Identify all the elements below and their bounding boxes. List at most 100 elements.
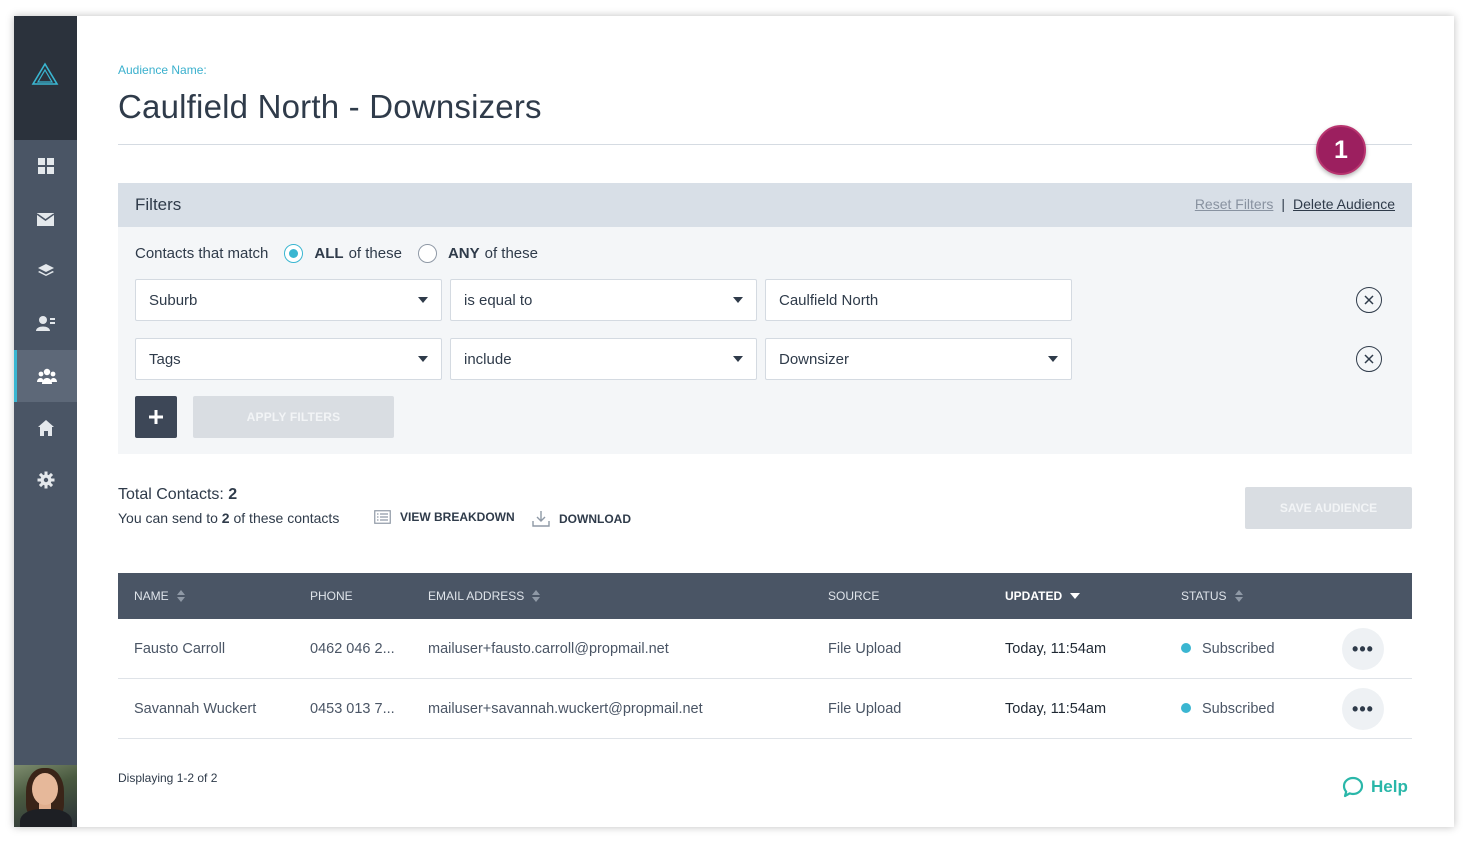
column-header-name[interactable]: NAME <box>134 589 185 603</box>
sidebar-header <box>14 16 77 140</box>
contact-card-icon <box>36 316 55 331</box>
app-window: Audience Name: Caulfield North - Downsiz… <box>14 16 1454 827</box>
filter-1-value-input[interactable]: Caulfield North <box>765 279 1072 321</box>
main-content: Audience Name: Caulfield North - Downsiz… <box>118 16 1412 827</box>
close-icon <box>1364 354 1374 364</box>
filter-1-operator-select[interactable]: is equal to <box>450 279 757 321</box>
sort-icon <box>532 590 541 602</box>
cell-name: Fausto Carroll <box>134 641 226 657</box>
download-icon <box>532 511 550 527</box>
triangle-logo-icon[interactable] <box>31 62 59 86</box>
match-any-radio[interactable] <box>417 244 437 263</box>
sidebar-item-properties[interactable] <box>14 402 77 454</box>
send-suffix: of these contacts <box>233 510 340 526</box>
sidebar-item-email[interactable] <box>14 193 77 245</box>
filter-2-value-select[interactable]: Downsizer <box>765 338 1072 380</box>
match-all-radio[interactable] <box>284 244 304 263</box>
match-all-option[interactable]: ALL of these <box>284 244 402 263</box>
filter-2-operator-value: include <box>464 350 512 368</box>
cell-source: File Upload <box>828 701 902 717</box>
layers-icon <box>37 264 54 276</box>
sidebar-item-layers[interactable] <box>14 245 77 297</box>
match-all-bold: ALL <box>314 245 344 262</box>
filter-2-field-value: Tags <box>149 350 181 368</box>
download-button[interactable]: DOWNLOAD <box>532 510 631 527</box>
column-name-label: NAME <box>134 589 169 603</box>
sidebar-item-audiences[interactable] <box>14 350 77 402</box>
cell-email: mailuser+fausto.carroll@propmail.net <box>428 641 669 657</box>
filter-2-operator-select[interactable]: include <box>450 338 757 380</box>
audience-name-label: Audience Name: <box>118 63 207 77</box>
total-contacts-value: 2 <box>228 486 238 503</box>
cell-status: Subscribed <box>1181 641 1275 657</box>
status-label: Subscribed <box>1202 701 1275 717</box>
sort-descending-icon <box>1070 593 1081 599</box>
filter-1-field-value: Suburb <box>149 291 198 309</box>
column-status-label: STATUS <box>1181 589 1227 603</box>
row-actions-button[interactable]: ••• <box>1342 688 1384 730</box>
sidebar-item-dashboard[interactable] <box>14 140 77 192</box>
help-button[interactable]: Help <box>1342 776 1408 798</box>
match-selector: Contacts that match ALL of these ANY of … <box>135 244 538 263</box>
filters-links: Reset Filters | Delete Audience <box>1195 196 1395 212</box>
column-header-source: SOURCE <box>828 589 879 603</box>
add-filter-button[interactable] <box>135 396 177 438</box>
chevron-down-icon <box>1048 356 1058 362</box>
filter-1-remove-button[interactable] <box>1356 287 1382 313</box>
send-prefix: You can send to <box>118 510 218 526</box>
filters-title: Filters <box>135 195 182 214</box>
cell-phone: 0453 013 7... <box>310 701 395 717</box>
save-audience-button[interactable]: SAVE AUDIENCE <box>1245 487 1412 529</box>
column-header-email[interactable]: EMAIL ADDRESS <box>428 589 541 603</box>
row-actions-button[interactable]: ••• <box>1342 628 1384 670</box>
filter-1-value-text: Caulfield North <box>779 291 879 309</box>
table-row[interactable]: Savannah Wuckert 0453 013 7... mailuser+… <box>118 679 1412 739</box>
chevron-down-icon <box>733 297 743 303</box>
send-count-value: 2 <box>221 510 230 526</box>
cell-phone: 0462 046 2... <box>310 641 395 657</box>
sidebar-item-contacts[interactable] <box>14 297 77 349</box>
status-dot <box>1181 703 1191 713</box>
filters-header: Filters Reset Filters | Delete Audience <box>118 183 1412 227</box>
avatar-body <box>20 809 72 827</box>
download-label: DOWNLOAD <box>559 511 631 526</box>
apply-filters-button[interactable]: APPLY FILTERS <box>193 396 394 438</box>
match-any-option[interactable]: ANY of these <box>417 244 538 263</box>
sort-icon <box>1234 590 1243 602</box>
help-label: Help <box>1371 777 1408 796</box>
envelope-icon <box>36 212 55 226</box>
plus-icon <box>149 410 163 424</box>
column-updated-label: UPDATED <box>1005 589 1063 603</box>
home-icon <box>37 420 54 436</box>
status-dot <box>1181 643 1191 653</box>
reset-filters-link[interactable]: Reset Filters <box>1195 196 1274 212</box>
match-any-text: of these <box>484 245 538 262</box>
pagination-summary: Displaying 1-2 of 2 <box>118 771 218 785</box>
match-all-text: of these <box>348 245 402 262</box>
cell-email: mailuser+savannah.wuckert@propmail.net <box>428 701 703 717</box>
avatar[interactable] <box>14 765 77 827</box>
filter-2-remove-button[interactable] <box>1356 346 1382 372</box>
sidebar-item-settings[interactable] <box>14 454 77 506</box>
filter-2-field-select[interactable]: Tags <box>135 338 442 380</box>
cell-updated: Today, 11:54am <box>1005 701 1107 717</box>
table-row[interactable]: Fausto Carroll 0462 046 2... mailuser+fa… <box>118 619 1412 679</box>
delete-audience-link[interactable]: Delete Audience <box>1293 196 1395 212</box>
send-count: You can send to 2 of these contacts <box>118 510 339 526</box>
column-email-label: EMAIL ADDRESS <box>428 589 525 603</box>
close-icon <box>1364 295 1374 305</box>
page-title: Caulfield North - Downsizers <box>118 88 542 125</box>
chat-bubble-icon <box>1342 776 1364 798</box>
column-header-status[interactable]: STATUS <box>1181 589 1243 603</box>
list-icon <box>374 510 391 524</box>
column-header-updated[interactable]: UPDATED <box>1005 589 1081 603</box>
avatar-face <box>32 773 58 805</box>
column-header-phone: PHONE <box>310 589 353 603</box>
filter-1-operator-value: is equal to <box>464 291 533 309</box>
filter-1-field-select[interactable]: Suburb <box>135 279 442 321</box>
gear-icon <box>37 471 54 489</box>
sort-icon <box>176 590 185 602</box>
view-breakdown-button[interactable]: VIEW BREAKDOWN <box>374 510 515 524</box>
filters-panel: Filters Reset Filters | Delete Audience … <box>118 183 1412 454</box>
cell-updated: Today, 11:54am <box>1005 641 1107 657</box>
